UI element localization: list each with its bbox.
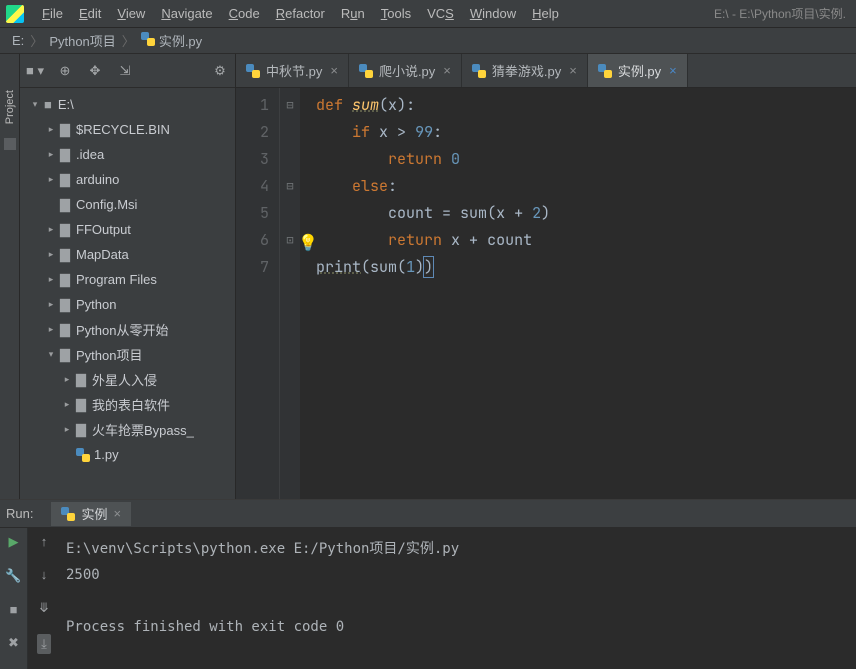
close-icon[interactable]: × [569, 63, 577, 78]
folder-icon: ■ [44, 97, 52, 112]
menu-file[interactable]: File [34, 4, 71, 23]
code-editor[interactable]: 123 456 7 ⊟ ⊟ ⊡ 💡 def sum(x): if x > 99:… [236, 88, 856, 499]
menu-bar: File Edit View Navigate Code Refactor Ru… [0, 0, 856, 28]
gutter-icons: ⊟ ⊟ ⊡ [280, 88, 300, 499]
menu-view[interactable]: View [109, 4, 153, 23]
chevron-right-icon: 〉 [120, 31, 137, 50]
tree-item[interactable]: ▸▇arduino [20, 167, 235, 192]
run-console[interactable]: E:\venv\Scripts\python.exe E:/Python项目/实… [60, 528, 856, 669]
project-tool-stripe: Project [0, 54, 20, 499]
editor-area: 中秋节.py× 爬小说.py× 猜拳游戏.py× 实例.py× 123 456 … [236, 54, 856, 499]
console-line: E:\venv\Scripts\python.exe E:/Python项目/实… [66, 536, 850, 562]
breadcrumb: E: 〉 Python项目 〉 实例.py [0, 28, 856, 54]
run-label: Run: [6, 506, 33, 521]
console-output: 2500 [66, 562, 850, 588]
tree-item[interactable]: ▸▇我的表白软件 [20, 392, 235, 417]
menu-edit[interactable]: Edit [71, 4, 109, 23]
project-panel: ■ ▾ ⊕ ✥ ⇲ ⚙ ▾ ■ E:\ ▸▇$RECYCLE.BIN ▸▇.id… [20, 54, 236, 499]
menu-run[interactable]: Run [333, 4, 373, 23]
tree-item[interactable]: ▸▇火车抢票Bypass_ [20, 417, 235, 442]
breadcrumb-root[interactable]: E: [8, 33, 28, 48]
close-icon[interactable]: × [669, 63, 677, 78]
fold-minus-icon[interactable]: ⊟ [280, 173, 300, 200]
lightbulb-icon[interactable]: 💡 [298, 229, 318, 256]
close-icon[interactable]: × [443, 63, 451, 78]
close-icon[interactable]: × [113, 506, 121, 521]
fold-end-icon[interactable]: ⊡ [280, 227, 300, 254]
menu-code[interactable]: Code [221, 4, 268, 23]
menu-navigate[interactable]: Navigate [153, 4, 220, 23]
run-panel: Run: 实例 × ▶ 🔧 ■ ✖ ↑ ↓ ⤋ ⤓ E:\venv\Script… [0, 499, 856, 669]
menu-refactor[interactable]: Refactor [268, 4, 333, 23]
tree-item[interactable]: ▾▇Python项目 [20, 342, 235, 367]
chevron-down-icon: ▾ [46, 349, 56, 360]
tree-item[interactable]: ▸▇Program Files [20, 267, 235, 292]
project-tool-label[interactable]: Project [4, 84, 16, 130]
chevron-right-icon: 〉 [28, 31, 45, 50]
tree-root[interactable]: ▾ ■ E:\ [20, 92, 235, 117]
editor-tabbar: 中秋节.py× 爬小说.py× 猜拳游戏.py× 实例.py× [236, 54, 856, 88]
tree-file[interactable]: 1.py [20, 442, 235, 467]
editor-tab[interactable]: 中秋节.py× [236, 54, 349, 87]
python-file-icon [359, 64, 373, 78]
collapse-icon[interactable]: ⇲ [116, 63, 134, 79]
up-arrow-icon[interactable]: ↑ [41, 534, 48, 549]
breadcrumb-file[interactable]: 实例.py [137, 31, 206, 50]
gear-icon[interactable]: ⚙ [211, 63, 229, 79]
scroll-end-icon[interactable]: ⤓ [37, 634, 51, 654]
tree-item[interactable]: ▸▇.idea [20, 142, 235, 167]
python-file-icon [61, 507, 75, 521]
line-gutter: 123 456 7 [236, 88, 280, 499]
expand-icon[interactable]: ✥ [86, 63, 104, 79]
python-file-icon [598, 64, 612, 78]
code-content[interactable]: 💡 def sum(x): if x > 99: return 0 else: … [300, 88, 856, 499]
run-action-gutter: ▶ 🔧 ■ ✖ [0, 528, 28, 669]
close-icon[interactable]: × [330, 63, 338, 78]
breadcrumb-dir[interactable]: Python项目 [45, 31, 119, 50]
tree-item[interactable]: ▸▇外星人入侵 [20, 367, 235, 392]
tree-item[interactable]: ▸▇$RECYCLE.BIN [20, 117, 235, 142]
run-play-icon[interactable]: ▶ [9, 534, 19, 550]
pycharm-icon [6, 5, 24, 23]
tree-item[interactable]: ▸▇Python从零开始 [20, 317, 235, 342]
project-tree[interactable]: ▾ ■ E:\ ▸▇$RECYCLE.BIN ▸▇.idea ▸▇arduino… [20, 88, 235, 499]
menu-window[interactable]: Window [462, 4, 524, 23]
console-exit: Process finished with exit code 0 [66, 614, 850, 640]
structure-tool-icon[interactable] [4, 138, 16, 150]
run-tabbar: Run: 实例 × [0, 500, 856, 528]
python-file-icon [246, 64, 260, 78]
project-toolbar: ■ ▾ ⊕ ✥ ⇲ ⚙ [20, 54, 235, 88]
down-arrow-icon[interactable]: ↓ [41, 567, 48, 582]
editor-tab-active[interactable]: 实例.py× [588, 54, 688, 87]
editor-tab[interactable]: 猜拳游戏.py× [462, 54, 588, 87]
stop-icon[interactable]: ■ [10, 602, 18, 617]
menu-vcs[interactable]: VCS [419, 4, 462, 23]
wrench-icon[interactable]: 🔧 [5, 568, 21, 584]
python-file-icon [76, 448, 90, 462]
project-view-dropdown[interactable]: ■ ▾ [26, 63, 44, 79]
fold-minus-icon[interactable]: ⊟ [280, 92, 300, 119]
python-file-icon [472, 64, 486, 78]
close-panel-icon[interactable]: ✖ [8, 635, 19, 651]
run-tab[interactable]: 实例 × [51, 502, 131, 526]
run-nav-gutter: ↑ ↓ ⤋ ⤓ [28, 528, 60, 669]
python-file-icon [141, 32, 155, 46]
chevron-down-icon[interactable]: ▾ [30, 99, 40, 110]
locate-icon[interactable]: ⊕ [56, 63, 74, 79]
tree-item[interactable]: ▸▇MapData [20, 242, 235, 267]
tree-item[interactable]: ▸▇FFOutput [20, 217, 235, 242]
menu-help[interactable]: Help [524, 4, 567, 23]
soft-wrap-icon[interactable]: ⤋ [39, 600, 50, 616]
window-path: E:\ - E:\Python项目\实例. [714, 5, 850, 22]
menu-tools[interactable]: Tools [373, 4, 419, 23]
tree-item[interactable]: ▇Config.Msi [20, 192, 235, 217]
tree-item[interactable]: ▸▇Python [20, 292, 235, 317]
editor-tab[interactable]: 爬小说.py× [349, 54, 462, 87]
